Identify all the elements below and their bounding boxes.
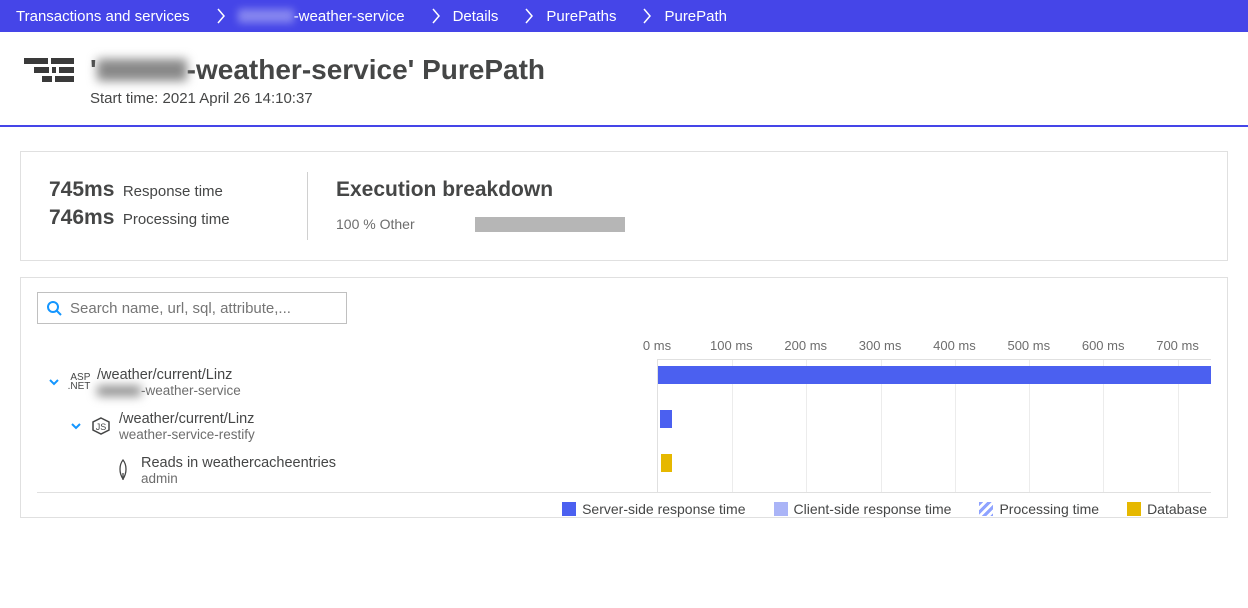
swatch-icon [774,502,788,516]
legend-database: Database [1127,501,1207,517]
axis-tick: 300 ms [859,338,902,353]
trace-row-label[interactable]: JS/weather/current/Linzweather-service-r… [37,404,657,448]
trace-row-bar-cell [657,448,1211,492]
axis-tick: 400 ms [933,338,976,353]
chevron-right-icon [427,0,447,32]
crumb-details[interactable]: Details [447,0,521,32]
crumb-label: PurePath [664,8,727,25]
page-subtitle: Start time: 2021 April 26 14:10:37 [90,90,545,107]
expand-toggle[interactable] [45,373,63,391]
crumb-purepath[interactable]: PurePath [658,0,749,32]
trace-row-primary: Reads in weathercacheentries [141,455,336,471]
vertical-divider [307,172,308,240]
svg-text:JS: JS [96,422,107,432]
timeline-axis: 0 ms100 ms200 ms300 ms400 ms500 ms600 ms… [657,332,1211,360]
redacted-text [97,386,141,396]
axis-tick: 700 ms [1156,338,1199,353]
expand-toggle[interactable] [67,417,85,435]
trace-grid: 0 ms 100 ms 200 ms 300 ms 400 ms 500 ms 600 ms… [37,332,1211,517]
redacted-text [238,9,294,23]
chevron-right-icon [638,0,658,32]
summary-card: 745ms Response time 746ms Processing tim… [20,151,1228,261]
crumb-label-suffix: -weather-service [294,8,405,25]
breakdown-other-label: 100 % Other [336,216,415,232]
page-title: '-weather-service' PurePath [90,54,545,86]
metrics-block: 745ms Response time 746ms Processing tim… [49,178,279,234]
breakdown-title: Execution breakdown [336,178,625,202]
trace-row-label[interactable]: Reads in weathercacheentriesadmin [37,448,657,492]
crumb-label: Transactions and services [16,8,190,25]
execution-breakdown: Execution breakdown 100 % Other [336,178,625,234]
breakdown-bar [475,217,625,232]
trace-bar[interactable] [661,454,672,472]
page-header: '-weather-service' PurePath Start time: … [0,32,1248,127]
legend: Server-side response time Client-side re… [37,492,1211,517]
search-input[interactable] [70,300,338,317]
purepath-icon [24,58,74,92]
trace-row-text: Reads in weathercacheentriesadmin [141,455,336,486]
trace-row-secondary: admin [141,471,336,486]
trace-row-text: /weather/current/Linzweather-service-res… [119,411,255,442]
crumb-label: PurePaths [546,8,616,25]
trace-bar[interactable] [660,410,672,428]
trace-row-bar-cell [657,404,1211,448]
swatch-icon [562,502,576,516]
chevron-right-icon [520,0,540,32]
crumb-weather-service[interactable]: -weather-service [232,0,427,32]
search-icon [46,300,62,316]
trace-bar[interactable] [658,366,1211,384]
axis-tick: 200 ms [784,338,827,353]
aspnet-icon: ASP.NET [68,373,91,391]
metric-response-time: 745ms Response time [49,178,279,202]
swatch-icon [1127,502,1141,516]
crumb-purepaths[interactable]: PurePaths [540,0,638,32]
trace-row-bar-cell [657,360,1211,404]
trace-row-primary: /weather/current/Linz [97,367,241,383]
crumb-transactions-services[interactable]: Transactions and services [16,0,212,32]
metric-processing-time: 746ms Processing time [49,206,279,230]
redacted-text [97,59,187,81]
trace-row-primary: /weather/current/Linz [119,411,255,427]
legend-processing: Processing time [979,501,1099,517]
axis-tick: 600 ms [1082,338,1125,353]
swatch-icon [979,502,993,516]
trace-row-text: /weather/current/Linz-weather-service [97,367,241,398]
chevron-right-icon [212,0,232,32]
crumb-label: Details [453,8,499,25]
metric-value: 745ms [49,178,114,201]
trace-row-label[interactable]: ASP.NET/weather/current/Linz-weather-ser… [37,360,657,404]
trace-row-secondary: -weather-service [97,383,241,398]
metric-label: Processing time [123,211,230,228]
expand-spacer [89,461,107,479]
axis-tick: 500 ms [1007,338,1050,353]
trace-row-secondary: weather-service-restify [119,427,255,442]
nodejs-icon: JS [91,416,111,436]
metric-value: 746ms [49,206,114,229]
metric-label: Response time [123,183,223,200]
trace-panel: 0 ms 100 ms 200 ms 300 ms 400 ms 500 ms 600 ms… [20,277,1228,518]
mongodb-icon [116,459,130,481]
legend-client: Client-side response time [774,501,952,517]
axis-tick: 100 ms [710,338,753,353]
breadcrumb: Transactions and services -weather-servi… [0,0,1248,32]
search-box[interactable] [37,292,347,324]
legend-server: Server-side response time [562,501,745,517]
axis-tick: 0 ms [643,338,671,353]
